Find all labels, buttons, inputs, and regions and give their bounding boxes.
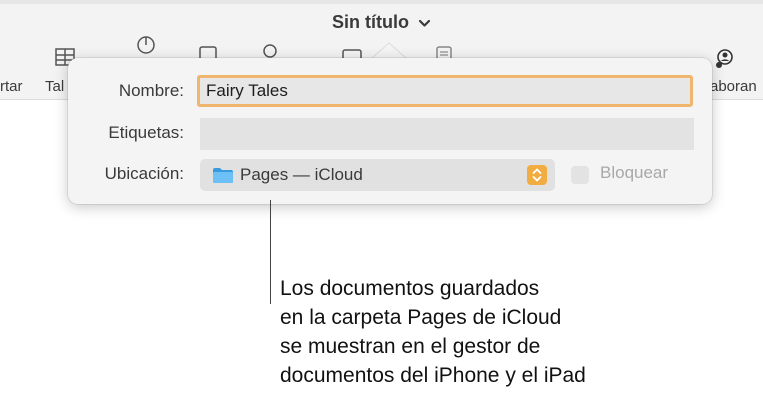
save-dialog: Nombre: Etiquetas: Ubicación: Pages — iC…: [68, 58, 712, 204]
title-bar-edge: [0, 0, 763, 4]
callout-line: [270, 200, 271, 304]
callout-text: Los documentos guardados en la carpeta P…: [280, 274, 586, 390]
location-select[interactable]: Pages — iCloud: [200, 159, 555, 191]
folder-icon: [213, 168, 233, 183]
lock-label: Bloquear: [600, 163, 669, 182]
lock-checkbox[interactable]: [571, 166, 589, 184]
toolbar-label-table: Tal: [45, 78, 65, 95]
location-value: Pages — iCloud: [240, 165, 363, 184]
tags-label: Etiquetas:: [108, 123, 184, 142]
location-stepper[interactable]: [527, 165, 547, 185]
document-title-menu[interactable]: Sin título: [0, 12, 763, 33]
location-label: Ubicación:: [104, 164, 184, 183]
tags-field[interactable]: [200, 118, 694, 150]
chevron-down-icon: [418, 19, 431, 27]
name-label: Nombre:: [118, 81, 184, 100]
callout-line-3: se muestran en el gestor de: [280, 335, 541, 358]
chart-icon[interactable]: [135, 34, 157, 56]
toolbar-label-collaborate: aboran: [710, 78, 757, 95]
callout-line-2: en la carpeta Pages de iCloud: [280, 306, 562, 329]
toolbar-label-insert: rtar: [0, 78, 23, 95]
callout-line-1: Los documentos guardados: [280, 277, 540, 300]
name-field[interactable]: [197, 75, 693, 107]
collaborate-icon[interactable]: [714, 48, 736, 70]
document-title: Sin título: [332, 12, 409, 32]
callout-line-4: documentos del iPhone y el iPad: [280, 364, 586, 387]
chevron-up-down-icon: [532, 168, 542, 182]
